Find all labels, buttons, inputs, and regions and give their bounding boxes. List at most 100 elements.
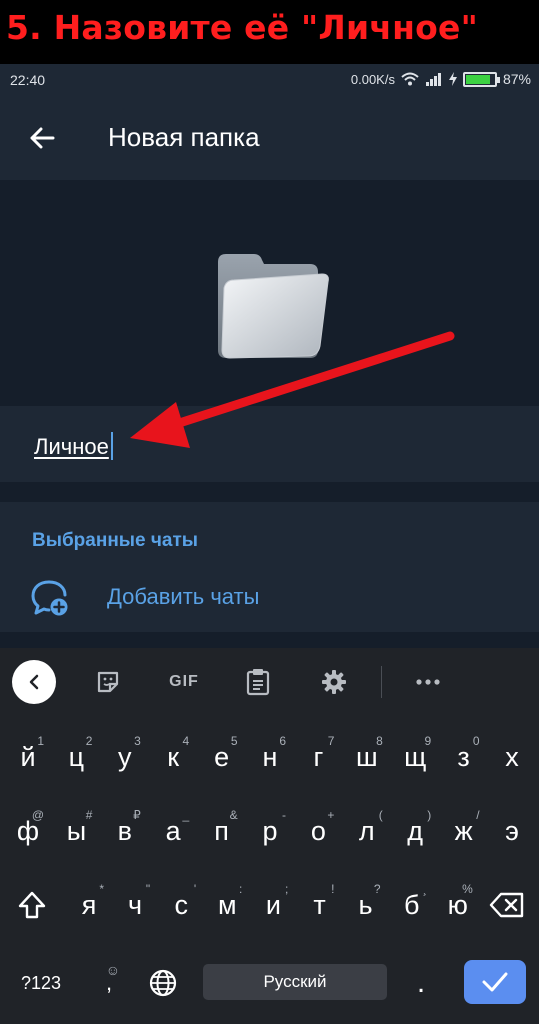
gif-button[interactable]: GIF bbox=[164, 662, 204, 702]
emoji-hint-icon: ☺ bbox=[105, 962, 120, 978]
symbols-label: ?123 bbox=[20, 972, 62, 993]
key-letter: ы bbox=[66, 815, 87, 846]
key-hint: ) bbox=[427, 808, 432, 822]
key-letter: ш bbox=[355, 741, 378, 772]
key-letter: г bbox=[313, 741, 324, 772]
key-letter: у bbox=[118, 741, 132, 772]
key-г[interactable]: г7 bbox=[294, 728, 342, 786]
key-hint: ; bbox=[285, 882, 289, 896]
key-hint: 7 bbox=[327, 734, 335, 748]
key-hint: : bbox=[238, 882, 243, 896]
key-letter: ь bbox=[358, 889, 373, 920]
key-и[interactable]: и; bbox=[250, 876, 296, 934]
key-к[interactable]: к4 bbox=[149, 728, 197, 786]
key-letter: й bbox=[20, 741, 36, 772]
key-а[interactable]: а _ bbox=[149, 802, 197, 860]
chevron-left-icon bbox=[29, 674, 39, 690]
gear-icon bbox=[322, 670, 346, 694]
key-л[interactable]: л( bbox=[343, 802, 391, 860]
key-letter: м bbox=[218, 889, 237, 920]
key-letter: ц bbox=[68, 741, 85, 772]
key-letter: в bbox=[117, 815, 132, 846]
key-р[interactable]: р- bbox=[246, 802, 294, 860]
period-key[interactable]: . bbox=[396, 954, 446, 1012]
key-м[interactable]: м: bbox=[204, 876, 250, 934]
key-hint: & bbox=[229, 808, 238, 822]
key-hint: ' bbox=[193, 882, 197, 896]
key-letter: щ bbox=[404, 741, 427, 772]
backspace-key[interactable] bbox=[480, 876, 534, 934]
space-key[interactable]: Русский bbox=[203, 964, 387, 1000]
key-letter: и bbox=[265, 889, 281, 920]
keyboard-collapse-button[interactable] bbox=[12, 660, 56, 704]
key-о[interactable]: о + bbox=[294, 802, 342, 860]
key-hint: ₽ bbox=[133, 808, 141, 822]
symbols-key[interactable]: ?123 bbox=[6, 954, 76, 1012]
key-е[interactable]: е5 bbox=[198, 728, 246, 786]
more-button[interactable] bbox=[408, 662, 448, 702]
key-letter: э bbox=[505, 815, 519, 846]
key-д[interactable]: д) bbox=[391, 802, 439, 860]
key-з[interactable]: з0 bbox=[440, 728, 488, 786]
key-hint: # bbox=[85, 808, 93, 822]
key-ю[interactable]: ю% bbox=[435, 876, 481, 934]
space-label: Русский bbox=[263, 972, 327, 991]
key-hint: _ bbox=[182, 808, 190, 822]
key-hint: + bbox=[327, 808, 335, 822]
key-я[interactable]: я * bbox=[66, 876, 112, 934]
key-б[interactable]: б ¸ bbox=[389, 876, 435, 934]
key-ь[interactable]: ь? bbox=[343, 876, 389, 934]
key-в[interactable]: в ₽ bbox=[101, 802, 149, 860]
key-н[interactable]: н6 bbox=[246, 728, 294, 786]
key-hint: - bbox=[282, 808, 286, 822]
shift-key[interactable] bbox=[6, 876, 58, 934]
enter-key[interactable] bbox=[464, 960, 526, 1004]
key-hint: ? bbox=[373, 882, 381, 896]
key-letter: з bbox=[457, 741, 470, 772]
key-ц[interactable]: ц2 bbox=[52, 728, 100, 786]
on-screen-keyboard: й 1 ц 2 у 3 к 4 е 5 н 6 г 7 ш 8 щ 9 з 0 х ф @ ы # в ₽ а _ п & р - о + л(д) ж… bbox=[0, 716, 539, 1024]
settings-button[interactable] bbox=[314, 662, 354, 702]
key-letter: а bbox=[165, 815, 181, 846]
key-letter: с bbox=[174, 889, 188, 920]
key-ш[interactable]: ш8 bbox=[343, 728, 391, 786]
key-letter: ж bbox=[454, 815, 473, 846]
key-letter: ч bbox=[128, 889, 143, 920]
key-letter: к bbox=[167, 741, 180, 772]
key-у[interactable]: у3 bbox=[101, 728, 149, 786]
emoji-key[interactable]: ☺ , bbox=[86, 954, 132, 1012]
key-э[interactable]: э bbox=[488, 802, 536, 860]
key-hint: ! bbox=[331, 882, 335, 896]
key-п[interactable]: п & bbox=[198, 802, 246, 860]
sticker-icon bbox=[97, 671, 119, 693]
key-letter: т bbox=[313, 889, 326, 920]
key-letter: д bbox=[407, 815, 424, 846]
key-hint: 8 bbox=[376, 734, 383, 748]
key-х[interactable]: х bbox=[488, 728, 536, 786]
key-hint: 4 bbox=[182, 734, 190, 748]
key-т[interactable]: т! bbox=[297, 876, 343, 934]
key-hint: 3 bbox=[134, 734, 141, 748]
clipboard-icon bbox=[246, 669, 270, 696]
key-hint: * bbox=[99, 882, 104, 896]
clipboard-button[interactable] bbox=[238, 662, 278, 702]
language-key[interactable] bbox=[138, 954, 188, 1012]
key-letter: п bbox=[214, 815, 229, 846]
key-ч[interactable]: ч " bbox=[112, 876, 158, 934]
key-letter: х bbox=[505, 741, 519, 772]
key-ы[interactable]: ы # bbox=[52, 802, 100, 860]
key-hint: @ bbox=[31, 808, 44, 822]
key-с[interactable]: с ' bbox=[158, 876, 204, 934]
key-щ[interactable]: щ9 bbox=[391, 728, 439, 786]
key-ф[interactable]: ф @ bbox=[4, 802, 52, 860]
key-hint: % bbox=[462, 882, 473, 896]
sticker-button[interactable] bbox=[88, 662, 128, 702]
toolbar-divider bbox=[381, 666, 382, 698]
key-й[interactable]: й1 bbox=[4, 728, 52, 786]
key-letter: н bbox=[262, 741, 278, 772]
gif-label: GIF bbox=[169, 673, 199, 690]
key-letter: р bbox=[262, 815, 278, 846]
key-ж[interactable]: ж / bbox=[440, 802, 488, 860]
key-hint: 5 bbox=[230, 734, 238, 748]
key-hint: 2 bbox=[85, 734, 93, 748]
